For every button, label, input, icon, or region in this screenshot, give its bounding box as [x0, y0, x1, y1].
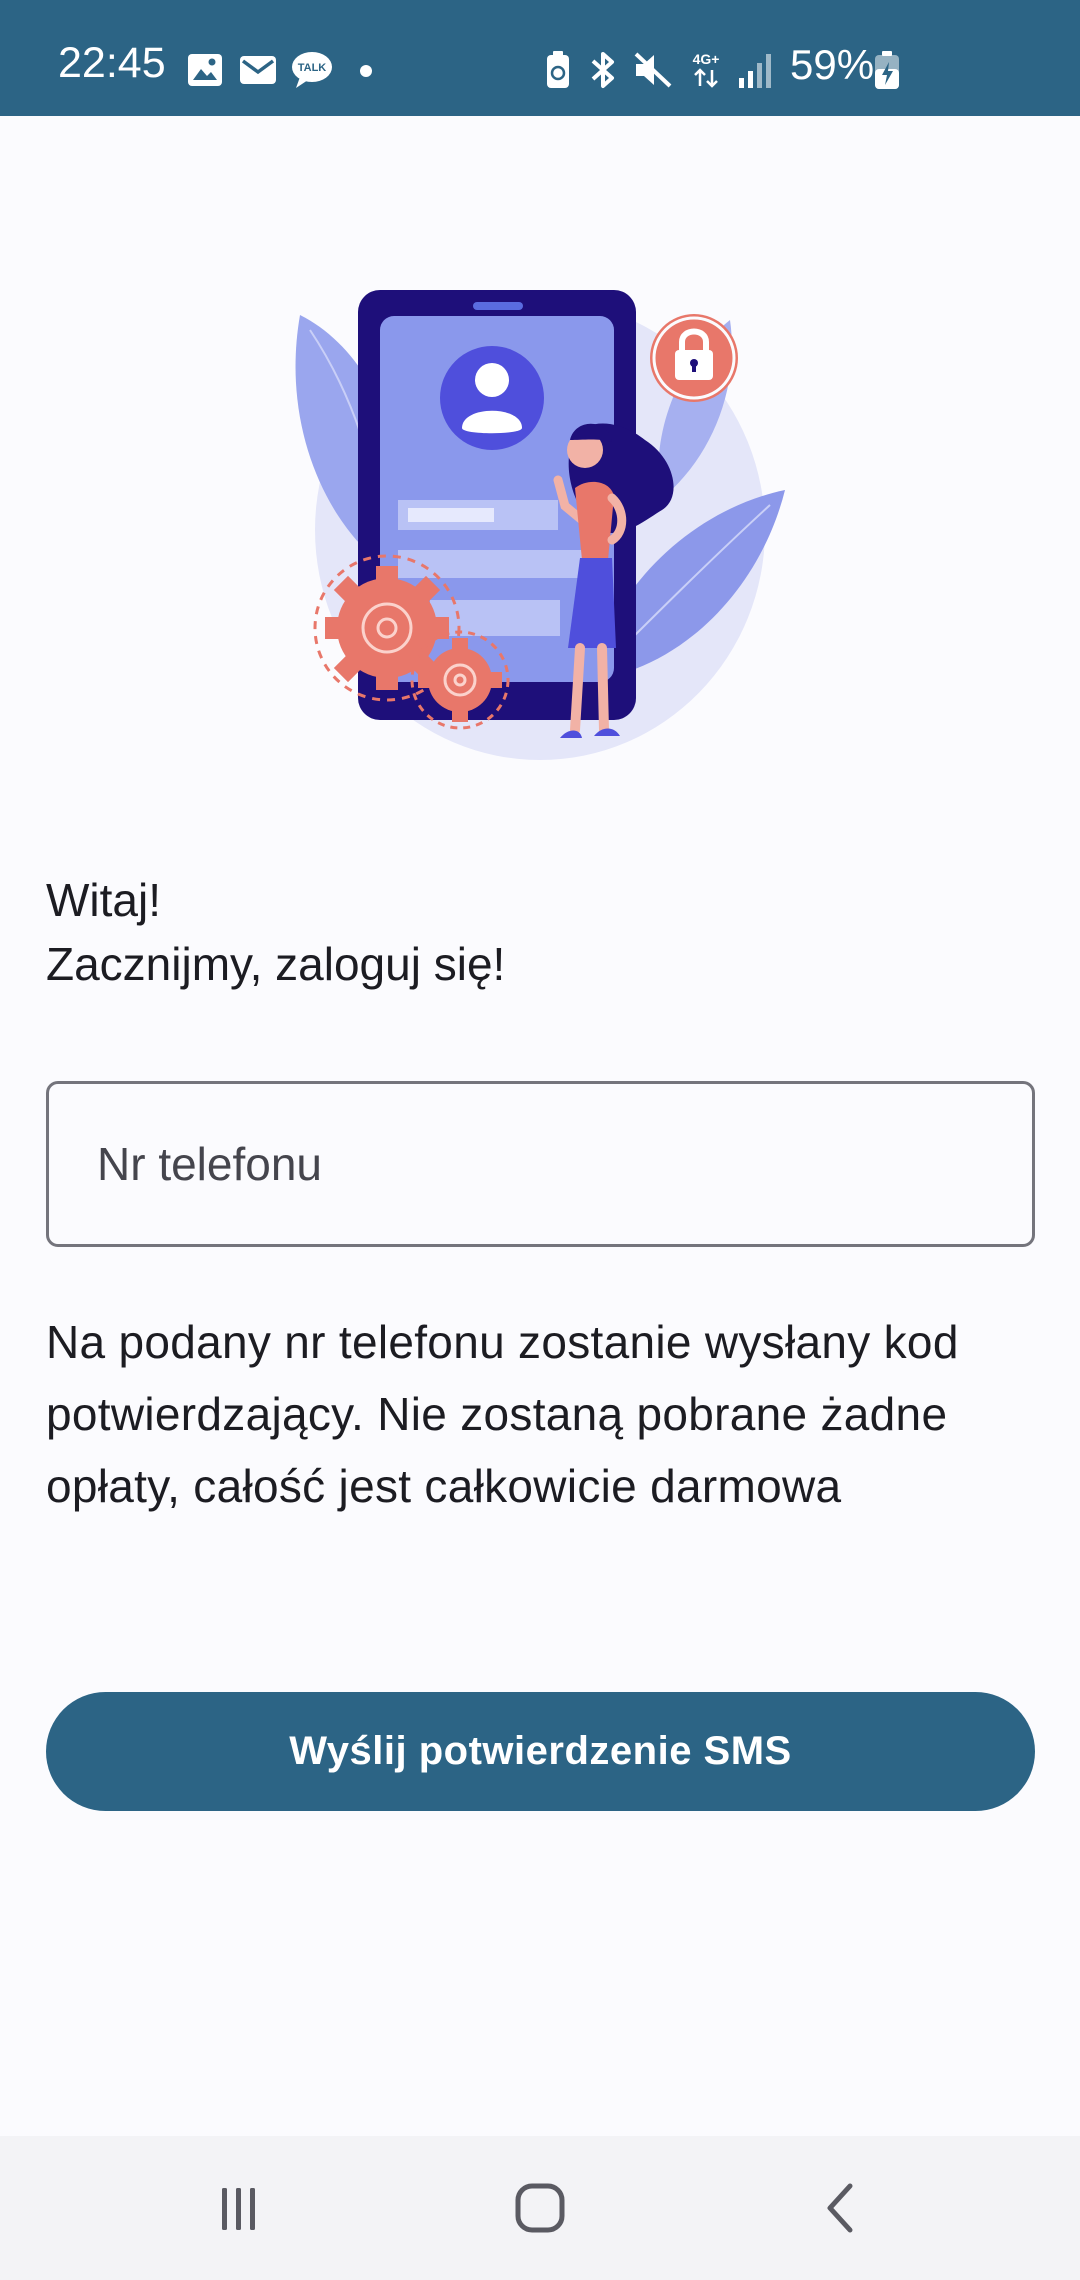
- home-icon: [515, 2183, 565, 2233]
- dot-icon: [360, 65, 372, 77]
- status-bar: 22:45 TALK 4G+ 59%: [0, 0, 1080, 116]
- back-icon: [827, 2183, 853, 2233]
- send-sms-button[interactable]: Wyślij potwierdzenie SMS: [46, 1692, 1035, 1811]
- status-time: 22:45: [58, 39, 166, 87]
- network-4g-icon: 4G+: [693, 51, 720, 88]
- svg-text:TALK: TALK: [298, 62, 327, 74]
- login-screen: 22:45 TALK 4G+ 59% Witaj! Zacznijmy, zal…: [0, 0, 1080, 2280]
- mute-icon: [634, 52, 672, 88]
- home-button[interactable]: [500, 2172, 580, 2244]
- phone-number-input[interactable]: [97, 1084, 977, 1244]
- greeting-subtitle: Zacznijmy, zaloguj się!: [46, 938, 506, 990]
- greeting-text: Witaj! Zacznijmy, zaloguj się!: [46, 868, 1036, 996]
- signal-icon: [739, 54, 771, 88]
- phone-number-field[interactable]: [46, 1081, 1035, 1247]
- navigation-bar: [0, 2136, 1080, 2280]
- talk-icon: TALK: [292, 52, 332, 88]
- svg-text:4G+: 4G+: [693, 51, 720, 67]
- bluetooth-icon: [591, 52, 614, 88]
- login-illustration: [295, 290, 785, 760]
- recent-apps-icon: [222, 2188, 255, 2230]
- gallery-icon: [188, 54, 222, 86]
- avatar-illustration: [440, 346, 544, 450]
- back-button[interactable]: [802, 2172, 882, 2244]
- recent-apps-button[interactable]: [199, 2172, 279, 2244]
- battery-percent: 59%: [790, 41, 875, 88]
- battery-saver-icon: [547, 51, 569, 88]
- battery-icon: [875, 51, 899, 89]
- mail-icon: [240, 56, 276, 84]
- greeting-title: Witaj!: [46, 874, 161, 926]
- sms-info-text: Na podany nr telefonu zostanie wysłany k…: [46, 1316, 959, 1512]
